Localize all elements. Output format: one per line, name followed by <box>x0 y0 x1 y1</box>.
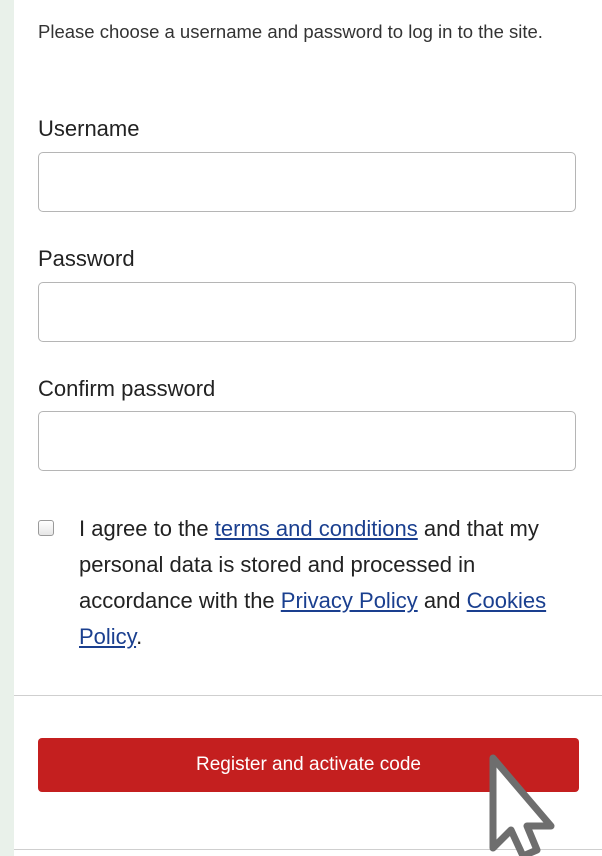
privacy-policy-link[interactable]: Privacy Policy <box>281 588 418 613</box>
username-label: Username <box>38 116 140 141</box>
consent-checkbox[interactable] <box>38 520 54 536</box>
password-label: Password <box>38 246 135 271</box>
consent-text: I agree to the terms and conditions and … <box>79 511 589 655</box>
confirm-password-input[interactable] <box>38 411 576 471</box>
consent-text-and: and <box>417 588 467 613</box>
registration-panel: Please choose a username and password to… <box>14 0 602 856</box>
username-input[interactable] <box>38 152 576 212</box>
intro-text: Please choose a username and password to… <box>38 21 543 42</box>
password-input[interactable] <box>38 282 576 342</box>
confirm-password-label: Confirm password <box>38 376 216 401</box>
consent-text-end: . <box>136 624 143 649</box>
consent-text-before: I agree to the <box>79 516 215 541</box>
register-button[interactable]: Register and activate code <box>38 738 579 792</box>
terms-link[interactable]: terms and conditions <box>215 516 418 541</box>
bottom-divider <box>14 849 602 850</box>
section-divider <box>14 695 602 696</box>
